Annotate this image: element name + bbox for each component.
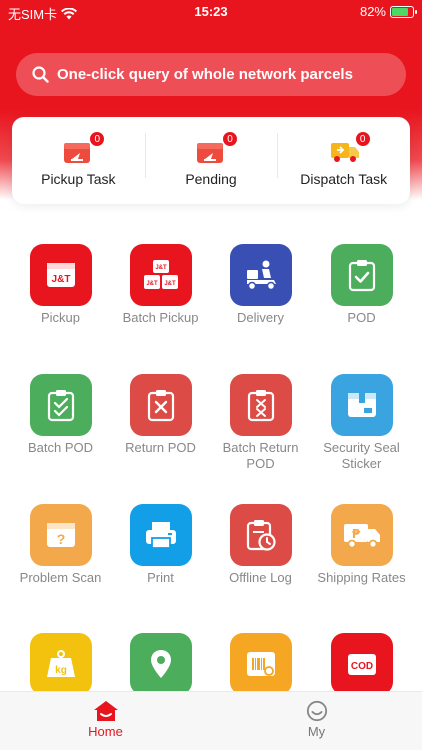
home-icon [93, 701, 118, 721]
stacked-parcels-icon: J&T J&T J&T [129, 244, 192, 306]
batch-pickup-button[interactable]: J&T J&T J&T Batch Pickup [108, 244, 213, 326]
print-label: Print [147, 570, 174, 585]
battery-fill [392, 7, 409, 16]
cod-icon-text: COD [350, 661, 372, 672]
clipboard-double-x-icon [229, 374, 292, 436]
pickup-button[interactable]: J&T Pickup [8, 244, 113, 326]
delivery-button[interactable]: Delivery [208, 244, 313, 326]
clipboard-check-icon [330, 244, 393, 306]
question-box-icon: ? [29, 504, 92, 566]
tab-home-label: Home [88, 724, 123, 739]
batch-return-pod-label: Batch Return POD [222, 440, 299, 471]
dispatch-task-button[interactable]: 0 Dispatch Task [277, 117, 410, 204]
cod-button[interactable]: COD [309, 633, 414, 695]
delivery-label: Delivery [237, 310, 284, 325]
offline-log-label: Offline Log [229, 570, 292, 585]
pickup-logo-text: J&T [51, 274, 70, 285]
svg-text:?: ? [56, 531, 65, 547]
problem-scan-button[interactable]: ? Problem Scan [8, 504, 113, 586]
return-pod-label: Return POD [125, 440, 196, 455]
shipping-rates-label: Shipping Rates [317, 570, 406, 585]
cod-box-icon: COD [330, 633, 393, 695]
location-button[interactable] [108, 633, 213, 695]
search-placeholder: One-click query of whole network parcels [57, 66, 353, 83]
pickup-task-button[interactable]: 0 Pickup Task [12, 117, 145, 204]
truck-peso-icon: ₱ [330, 504, 393, 566]
tab-home[interactable]: Home [0, 692, 211, 750]
tab-my[interactable]: My [211, 692, 422, 750]
pending-count: 0 [222, 131, 238, 147]
clipboard-x-icon [129, 374, 192, 436]
parcel-box-icon: 0 [196, 131, 238, 165]
task-summary-card: 0 Pickup Task 0 Pending 0 Dispatch Task [12, 117, 410, 204]
weight-kg-icon: kg [29, 633, 92, 695]
security-seal-sticker-button[interactable]: Security Seal Sticker [309, 374, 414, 472]
clock: 15:23 [194, 4, 228, 19]
dispatch-task-label: Dispatch Task [300, 171, 388, 187]
shipping-rates-button[interactable]: ₱ Shipping Rates [309, 504, 414, 586]
smiley-profile-icon [306, 700, 327, 722]
bottom-tab-bar: Home My [0, 691, 422, 750]
pending-label: Pending [185, 171, 237, 187]
problem-scan-label: Problem Scan [19, 570, 102, 585]
battery-icon [390, 5, 417, 18]
sealed-box-icon [330, 374, 393, 436]
location-pin-icon [129, 633, 192, 695]
status-bar: 无SIM卡 15:23 82% [0, 0, 422, 24]
delivery-truck-icon: 0 [329, 131, 371, 165]
tab-my-label: My [307, 724, 326, 739]
clipboard-double-check-icon [29, 374, 92, 436]
dispatch-task-count: 0 [354, 131, 371, 147]
batch-pod-button[interactable]: Batch POD [8, 374, 113, 456]
weight-unit-text: kg [55, 665, 67, 676]
pickup-task-label: Pickup Task [41, 171, 116, 187]
batch-pod-label: Batch POD [27, 440, 94, 455]
jt-parcel-icon: J&T [29, 244, 92, 306]
pickup-label: Pickup [40, 310, 81, 325]
barcode-scan-button[interactable] [208, 633, 313, 695]
printer-icon [129, 504, 192, 566]
svg-text:₱: ₱ [351, 527, 360, 541]
print-button[interactable]: Print [108, 504, 213, 586]
batch-pickup-logo-text: J&T [155, 265, 167, 271]
security-seal-label: Security Seal Sticker [323, 440, 400, 471]
pickup-task-count: 0 [89, 131, 106, 147]
parcel-box-icon: 0 [63, 131, 106, 165]
delivery-scooter-icon [229, 244, 292, 306]
batch-pickup-logo-text: J&T [146, 281, 158, 287]
pending-button[interactable]: 0 Pending [144, 117, 278, 204]
barcode-box-icon [229, 633, 292, 695]
batch-return-pod-button[interactable]: Batch Return POD [208, 374, 313, 472]
return-pod-button[interactable]: Return POD [108, 374, 213, 456]
parcel-search-bar[interactable]: One-click query of whole network parcels [16, 53, 406, 96]
search-icon [32, 66, 49, 83]
battery-percent: 82% [359, 4, 386, 19]
battery-status: 82% [359, 4, 417, 19]
pod-label: POD [347, 310, 376, 325]
weight-button[interactable]: kg [8, 633, 113, 695]
offline-log-button[interactable]: Offline Log [208, 504, 313, 586]
clipboard-clock-icon [229, 504, 292, 566]
batch-pickup-logo-text: J&T [164, 281, 176, 287]
batch-pickup-label: Batch Pickup [122, 310, 199, 325]
pod-button[interactable]: POD [309, 244, 414, 326]
